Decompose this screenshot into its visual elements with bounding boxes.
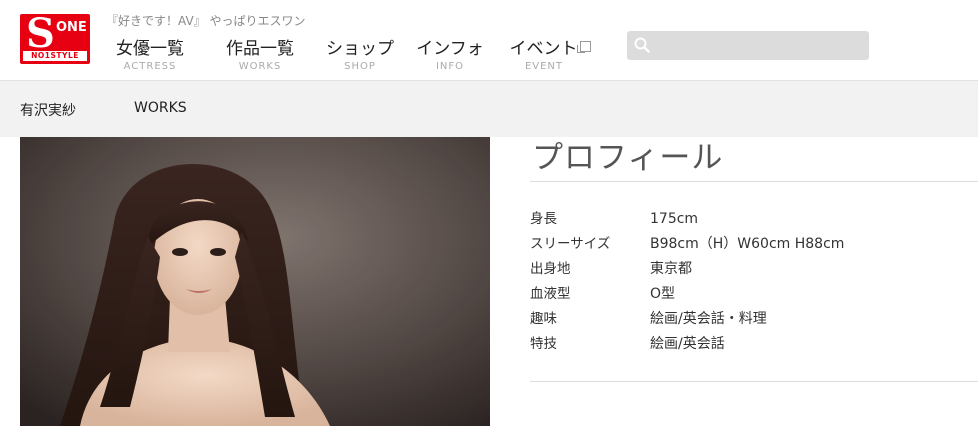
- profile-value: 絵画/英会話: [650, 336, 725, 352]
- nav-item-shop[interactable]: ショップ SHOP: [325, 38, 395, 73]
- nav-item-actress[interactable]: 女優一覧 ACTRESS: [114, 38, 186, 73]
- nav-label: インフォ: [416, 39, 484, 59]
- profile-key: スリーサイズ: [530, 236, 611, 252]
- logo-subtitle: NO1STYLE: [23, 51, 87, 61]
- profile-divider-bottom: [530, 381, 978, 382]
- nav-item-info[interactable]: インフォ INFO: [414, 38, 486, 73]
- nav-label: ショップ: [326, 39, 394, 59]
- nav-item-works[interactable]: 作品一覧 WORKS: [224, 38, 296, 73]
- profile-row-measurements: スリーサイズ B98cm（H）W60cm H88cm: [530, 232, 970, 256]
- site-tagline: 『好きです！AV』 やっぱりエスワン: [106, 14, 306, 28]
- actress-name-link[interactable]: 有沢実紗: [20, 100, 76, 120]
- profile-key: 身長: [530, 211, 557, 227]
- nav-sublabel: SHOP: [344, 61, 376, 72]
- nav-label: イベント: [509, 39, 578, 59]
- profile-row-hobby: 趣味 絵画/英会話・料理: [530, 307, 970, 331]
- actress-portrait-image: [20, 137, 490, 426]
- nav-item-event[interactable]: イベント EVENT: [504, 38, 596, 73]
- actress-photo: [20, 137, 490, 426]
- profile-row-skill: 特技 絵画/英会話: [530, 332, 970, 356]
- external-link-icon: [576, 41, 591, 53]
- profile-divider-top: [530, 181, 978, 182]
- nav-sublabel: WORKS: [238, 61, 282, 72]
- profile-row-blood-type: 血液型 O型: [530, 282, 970, 306]
- nav-sublabel: INFO: [435, 61, 465, 72]
- nav-label-wrap: イベント: [504, 38, 596, 60]
- nav-label: 作品一覧: [226, 39, 294, 59]
- profile-row-height: 身長 175cm: [530, 207, 970, 231]
- site-header: S ONE NO1STYLE 『好きです！AV』 やっぱりエスワン 女優一覧 A…: [0, 0, 978, 80]
- profile-key: 出身地: [530, 261, 571, 277]
- profile-value: 絵画/英会話・料理: [650, 311, 767, 327]
- profile-key: 趣味: [530, 311, 557, 327]
- search-input[interactable]: [627, 31, 869, 60]
- s1-logo[interactable]: S ONE NO1STYLE: [20, 14, 90, 64]
- works-link[interactable]: WORKS: [134, 100, 187, 116]
- profile-key: 特技: [530, 336, 557, 352]
- profile-title: プロフィール: [532, 140, 724, 176]
- actress-subbar: 有沢実紗 WORKS: [0, 80, 978, 137]
- profile-key: 血液型: [530, 286, 571, 302]
- profile-value: B98cm（H）W60cm H88cm: [650, 236, 845, 252]
- profile-value: O型: [650, 286, 676, 302]
- profile-row-birthplace: 出身地 東京都: [530, 257, 970, 281]
- profile-value: 175cm: [650, 211, 699, 227]
- nav-label: 女優一覧: [116, 39, 184, 59]
- profile-value: 東京都: [650, 261, 692, 277]
- nav-sublabel: EVENT: [524, 61, 564, 72]
- logo-word: ONE: [56, 20, 87, 35]
- search-icon[interactable]: [634, 37, 650, 53]
- nav-sublabel: ACTRESS: [123, 61, 177, 72]
